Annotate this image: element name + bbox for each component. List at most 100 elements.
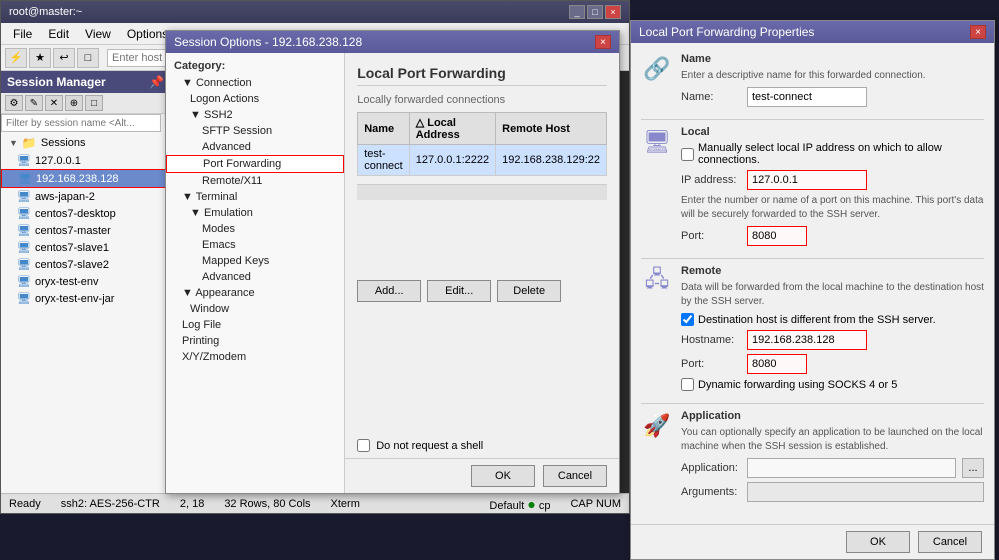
cat-sftp-session[interactable]: SFTP Session xyxy=(166,123,344,139)
toolbar-lightning-btn[interactable]: ⚡ xyxy=(5,48,27,68)
socks-checkbox[interactable] xyxy=(681,378,694,391)
cat-window[interactable]: Window xyxy=(166,301,344,317)
cat-mapped-keys[interactable]: Mapped Keys xyxy=(166,253,344,269)
session-item-6[interactable]: 🖥 centos7-slave2 xyxy=(1,256,170,273)
sm-tool-delete[interactable]: ✕ xyxy=(45,95,63,111)
lpf-cancel-btn[interactable]: Cancel xyxy=(918,531,982,553)
session-item-2[interactable]: 🖥 aws-japan-2 xyxy=(1,188,170,205)
remote-dest-checkbox[interactable] xyxy=(681,313,694,326)
local-ip-label: IP address: xyxy=(681,174,741,186)
app-input[interactable] xyxy=(747,458,956,478)
hostname-label: Hostname: xyxy=(681,334,741,346)
session-item-4[interactable]: 🖥 centos7-master xyxy=(1,222,170,239)
lpf-title: Local Port Forwarding Properties xyxy=(639,25,814,39)
app-label: Application: xyxy=(681,462,741,474)
local-port-label: Port: xyxy=(681,230,741,242)
session-options-close-btn[interactable]: × xyxy=(595,35,611,49)
toolbar-star-btn[interactable]: ★ xyxy=(29,48,51,68)
session-options-body: Category: ▼ Connection Logon Actions ▼ S… xyxy=(166,53,619,493)
session-item-7[interactable]: 🖥 oryx-test-env xyxy=(1,273,170,290)
cat-remote-x11[interactable]: Remote/X11 xyxy=(166,173,344,189)
menu-edit[interactable]: Edit xyxy=(40,25,77,43)
remote-section-header: Remote xyxy=(681,265,984,277)
session-options-content: Local Port Forwarding Locally forwarded … xyxy=(345,53,619,433)
session-options-title-bar: Session Options - 192.168.238.128 × xyxy=(166,31,619,53)
sessions-root-folder[interactable]: ▼ 📁 Sessions xyxy=(1,134,170,152)
session-options-cancel-btn[interactable]: Cancel xyxy=(543,465,607,487)
application-section: 🚀 Application You can optionally specify… xyxy=(641,410,984,506)
sm-tool-clone[interactable]: □ xyxy=(85,95,103,111)
category-label: Category: xyxy=(166,57,344,75)
session-item-1[interactable]: 🖥 192.168.238.128 xyxy=(1,169,170,188)
filter-sessions-input[interactable] xyxy=(1,114,161,132)
connections-table-scroll[interactable]: Name △ Local Address Remote Host test-co… xyxy=(357,112,607,176)
cat-terminal-advanced[interactable]: Advanced xyxy=(166,269,344,285)
name-description: Enter a descriptive name for this forwar… xyxy=(681,69,984,83)
lpf-dialog: Local Port Forwarding Properties × 🔗 Nam… xyxy=(630,20,995,560)
cat-terminal[interactable]: ▼ Terminal xyxy=(166,189,344,205)
lpf-close-btn[interactable]: × xyxy=(970,25,986,39)
toolbar-box-btn[interactable]: □ xyxy=(77,48,99,68)
no-shell-label: Do not request a shell xyxy=(376,440,483,452)
lpf-title-bar: Local Port Forwarding Properties × xyxy=(631,21,994,43)
maximize-btn[interactable]: □ xyxy=(587,5,603,19)
status-position: 2, 18 xyxy=(180,498,204,510)
cat-xyzmodem[interactable]: X/Y/Zmodem xyxy=(166,349,344,365)
name-input[interactable] xyxy=(747,87,867,107)
args-input[interactable] xyxy=(747,482,984,502)
close-btn[interactable]: × xyxy=(605,5,621,19)
add-button[interactable]: Add... xyxy=(357,280,421,302)
session-options-buttons: OK Cancel xyxy=(345,458,619,493)
sm-tool-add[interactable]: ⊕ xyxy=(65,95,83,111)
cat-emacs[interactable]: Emacs xyxy=(166,237,344,253)
table-row[interactable]: test-connect 127.0.0.1:2222 192.168.238.… xyxy=(358,145,607,176)
remote-section: 🖧 Remote Data will be forwarded from the… xyxy=(641,265,984,395)
edit-button[interactable]: Edit... xyxy=(427,280,491,302)
lpf-ok-btn[interactable]: OK xyxy=(846,531,910,553)
minimize-btn[interactable]: _ xyxy=(569,5,585,19)
remote-port-input[interactable] xyxy=(747,354,807,374)
menu-view[interactable]: View xyxy=(77,25,119,43)
cat-emulation[interactable]: ▼ Emulation xyxy=(166,205,344,221)
cat-modes[interactable]: Modes xyxy=(166,221,344,237)
session-options-ok-btn[interactable]: OK xyxy=(471,465,535,487)
app-section-header: Application xyxy=(681,410,984,422)
cat-advanced[interactable]: Advanced xyxy=(166,139,344,155)
local-ip-checkbox[interactable] xyxy=(681,148,694,161)
no-shell-checkbox[interactable] xyxy=(357,439,370,452)
sm-tool-connect[interactable]: ⚙ xyxy=(5,95,23,111)
cat-connection[interactable]: ▼ Connection xyxy=(166,75,344,91)
session-tree: ▼ 📁 Sessions 🖥 127.0.0.1 🖥 192.168.238.1… xyxy=(1,132,170,495)
cat-printing[interactable]: Printing xyxy=(166,333,344,349)
content-subsection-label: Locally forwarded connections xyxy=(357,94,607,106)
menu-file[interactable]: File xyxy=(5,25,40,43)
cat-ssh2[interactable]: ▼ SSH2 xyxy=(166,107,344,123)
table-scrollbar[interactable] xyxy=(357,184,607,200)
session-item-5[interactable]: 🖥 centos7-slave1 xyxy=(1,239,170,256)
session-item-0[interactable]: 🖥 127.0.0.1 xyxy=(1,152,170,169)
category-panel: Category: ▼ Connection Logon Actions ▼ S… xyxy=(166,53,345,493)
cat-appearance[interactable]: ▼ Appearance xyxy=(166,285,344,301)
cat-logon-actions[interactable]: Logon Actions xyxy=(166,91,344,107)
session-manager-toolbar: ⚙ ✎ ✕ ⊕ □ xyxy=(1,93,170,114)
status-ready: Ready xyxy=(9,498,41,510)
cat-port-forwarding[interactable]: Port Forwarding xyxy=(166,155,344,173)
no-shell-checkbox-row: Do not request a shell xyxy=(345,433,619,458)
delete-button[interactable]: Delete xyxy=(497,280,561,302)
app-browse-btn[interactable]: ... xyxy=(962,458,984,478)
cat-log-file[interactable]: Log File xyxy=(166,317,344,333)
name-section-header: Name xyxy=(681,53,984,65)
remote-checkbox-label: Destination host is different from the S… xyxy=(698,314,936,326)
name-icon: 🔗 xyxy=(641,53,673,85)
session-item-8[interactable]: 🖥 oryx-test-env-jar xyxy=(1,290,170,307)
hostname-input[interactable] xyxy=(747,330,867,350)
status-default: Default ● cp xyxy=(489,496,550,512)
toolbar-undo-btn[interactable]: ↩ xyxy=(53,48,75,68)
session-item-3[interactable]: 🖥 centos7-desktop xyxy=(1,205,170,222)
local-ip-input[interactable] xyxy=(747,170,867,190)
name-section: 🔗 Name Enter a descriptive name for this… xyxy=(641,53,984,111)
status-capsnum: CAP NUM xyxy=(570,498,621,510)
sm-tool-edit[interactable]: ✎ xyxy=(25,95,43,111)
status-bar: Ready ssh2: AES-256-CTR 2, 18 32 Rows, 8… xyxy=(1,493,629,513)
local-port-input[interactable] xyxy=(747,226,807,246)
